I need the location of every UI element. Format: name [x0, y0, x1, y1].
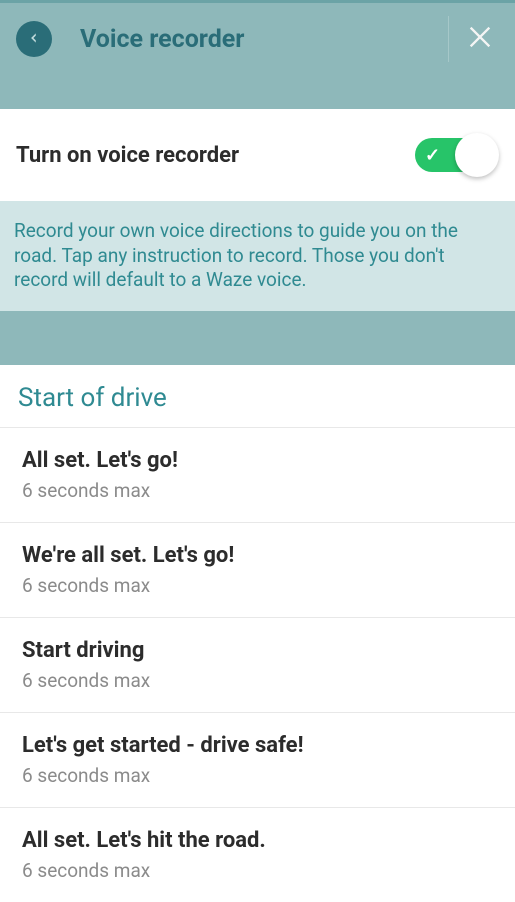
list-item[interactable]: Start driving 6 seconds max	[0, 617, 515, 712]
toggle-thumb	[455, 133, 499, 177]
item-title: Let's get started - drive safe!	[22, 733, 493, 758]
spacer	[0, 311, 515, 365]
item-title: All set. Let's hit the road.	[22, 828, 493, 853]
item-sub: 6 seconds max	[22, 479, 493, 502]
toggle-row: Turn on voice recorder ✓	[0, 109, 515, 201]
section-title: Start of drive	[0, 365, 515, 427]
item-sub: 6 seconds max	[22, 669, 493, 692]
check-icon: ✓	[425, 145, 440, 166]
close-icon	[466, 23, 494, 55]
divider	[448, 16, 449, 62]
toggle-label: Turn on voice recorder	[16, 143, 239, 168]
back-button[interactable]	[16, 21, 52, 57]
page-title: Voice recorder	[80, 25, 448, 54]
item-title: We're all set. Let's go!	[22, 543, 493, 568]
item-title: All set. Let's go!	[22, 448, 493, 473]
list-item[interactable]: We're all set. Let's go! 6 seconds max	[0, 522, 515, 617]
list-item[interactable]: All set. Let's hit the road. 6 seconds m…	[0, 807, 515, 902]
info-text: Record your own voice directions to guid…	[0, 201, 515, 311]
list-item[interactable]: Let's get started - drive safe! 6 second…	[0, 712, 515, 807]
header: Voice recorder	[0, 0, 515, 75]
spacer	[0, 75, 515, 109]
close-button[interactable]	[461, 20, 499, 58]
item-title: Start driving	[22, 638, 493, 663]
list-item[interactable]: All set. Let's go! 6 seconds max	[0, 427, 515, 522]
item-sub: 6 seconds max	[22, 764, 493, 787]
item-sub: 6 seconds max	[22, 859, 493, 882]
item-sub: 6 seconds max	[22, 574, 493, 597]
chevron-left-icon	[27, 30, 41, 49]
voice-recorder-toggle[interactable]: ✓	[415, 133, 499, 177]
